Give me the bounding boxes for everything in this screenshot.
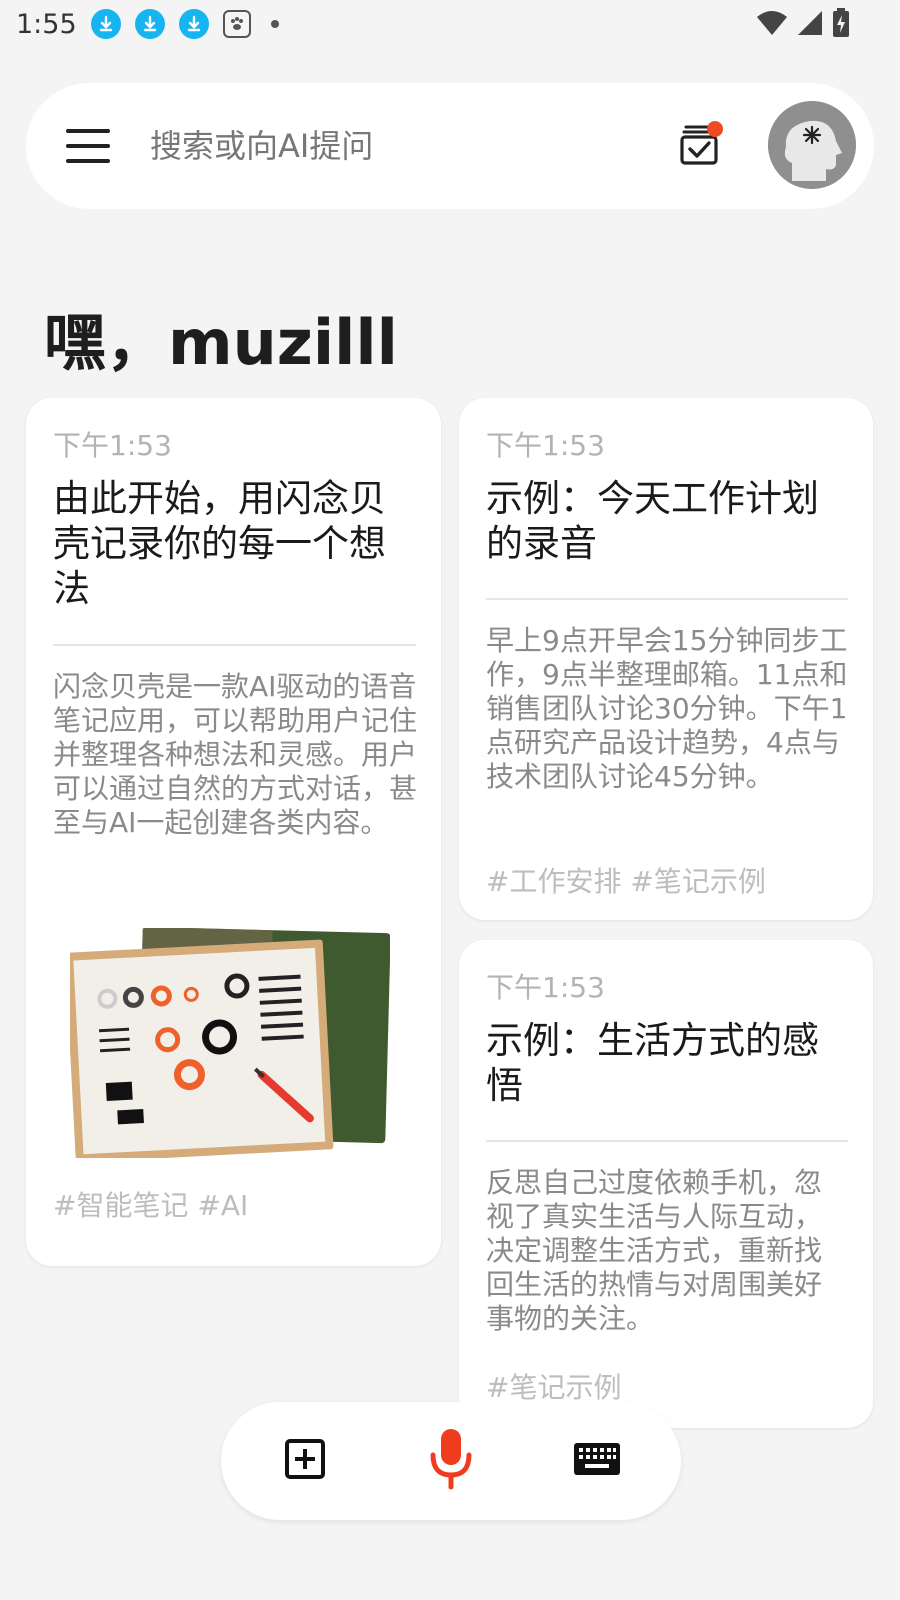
search-input[interactable] [150, 119, 630, 173]
signal-icon [796, 9, 824, 41]
greeting-title: 嘿，muzilll [44, 306, 398, 379]
note-tags: #笔记示例 [486, 1371, 622, 1404]
add-note-button[interactable] [245, 1402, 365, 1520]
download-icon [90, 9, 121, 39]
download-icon [178, 9, 209, 39]
note-card[interactable]: 下午1:53 示例：今天工作计划的录音 早上9点开早会15分钟同步工作，9点半整… [459, 398, 873, 920]
note-time: 下午1:53 [486, 429, 605, 462]
note-title: 示例：生活方式的感悟 [486, 1019, 819, 1107]
battery-charging-icon [832, 8, 850, 42]
avatar[interactable] [768, 101, 856, 189]
note-divider [486, 598, 848, 600]
menu-icon[interactable] [66, 129, 110, 163]
bottom-action-bar [221, 1402, 681, 1520]
voice-record-button[interactable] [391, 1402, 511, 1520]
note-divider [486, 1140, 848, 1142]
note-divider [53, 644, 416, 646]
status-right-icons [756, 8, 850, 42]
note-body: 早上9点开早会15分钟同步工作，9点半整理邮箱。11点和销售团队讨论30分钟。下… [486, 624, 848, 793]
wifi-icon [756, 9, 788, 41]
note-body: 反思自己过度依赖手机，忽视了真实生活与人际互动，决定调整生活方式，重新找回生活的… [486, 1166, 823, 1335]
note-card[interactable]: 下午1:53 由此开始，用闪念贝壳记录你的每一个想法 闪念贝壳是一款AI驱动的语… [26, 398, 441, 1266]
note-title: 示例：今天工作计划的录音 [486, 477, 819, 565]
status-time: 1:55 [16, 8, 77, 40]
note-tags: #智能笔记 #AI [53, 1189, 249, 1222]
note-title: 由此开始，用闪念贝壳记录你的每一个想法 [53, 477, 386, 610]
search-bar [26, 83, 874, 209]
keyboard-button[interactable] [537, 1402, 657, 1520]
notification-badge [707, 121, 723, 137]
note-tags: #工作安排 #笔记示例 [486, 865, 766, 898]
note-time: 下午1:53 [53, 429, 172, 462]
note-card[interactable]: 下午1:53 示例：生活方式的感悟 反思自己过度依赖手机，忽视了真实生活与人际互… [459, 940, 873, 1428]
note-time: 下午1:53 [486, 971, 605, 1004]
dot-icon [270, 20, 279, 28]
mic-icon [427, 1427, 475, 1495]
status-bar: 1:55 [0, 0, 900, 48]
note-image [65, 926, 391, 1163]
note-body: 闪念贝壳是一款AI驱动的语音笔记应用，可以帮助用户记住并整理各种想法和灵感。用户… [53, 670, 418, 839]
download-icon [134, 9, 165, 39]
add-note-icon [284, 1438, 326, 1484]
baidu-app-icon [222, 10, 251, 38]
keyboard-icon [573, 1442, 621, 1480]
